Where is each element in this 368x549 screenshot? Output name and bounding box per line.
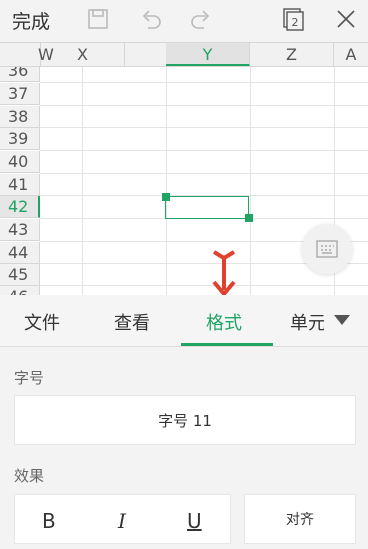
ribbon-tabs: 文件 查看 格式 单元	[0, 295, 368, 347]
row-header-36[interactable]: 36	[0, 67, 40, 82]
row-header-44[interactable]: 44	[0, 242, 40, 264]
row-header-40[interactable]: 40	[0, 151, 40, 173]
grid-line	[40, 105, 368, 106]
font-size-button[interactable]: 字号 11	[14, 395, 356, 445]
grid-line	[40, 173, 368, 174]
cell-grid[interactable]: 36 37 38 39 40 41 42 43 44 45 46	[0, 67, 368, 295]
selection-handle-bottom-right[interactable]	[245, 214, 253, 222]
close-icon[interactable]	[334, 6, 358, 36]
grid-line	[40, 82, 368, 83]
tab-cell[interactable]: 单元	[290, 309, 324, 335]
italic-button[interactable]: I	[118, 509, 126, 533]
align-label: 对齐	[286, 512, 314, 528]
column-header-x[interactable]: X	[41, 43, 125, 66]
effects-section-label: 效果	[14, 467, 45, 485]
grid-line	[82, 67, 83, 295]
row-header-37[interactable]: 37	[0, 83, 40, 105]
grid-line	[40, 285, 368, 286]
grid-line	[166, 67, 167, 295]
tab-format[interactable]: 格式	[206, 309, 242, 335]
keyboard-toggle-button[interactable]	[302, 224, 352, 274]
active-tab-indicator	[181, 343, 273, 346]
tab-file[interactable]: 文件	[24, 309, 60, 335]
pages-icon[interactable]: 2	[282, 6, 306, 36]
undo-icon[interactable]	[138, 6, 164, 36]
column-header-y[interactable]: Y	[166, 43, 250, 66]
row-header-38[interactable]: 38	[0, 106, 40, 128]
underline-button[interactable]: U	[187, 509, 202, 533]
row-header-45[interactable]: 45	[0, 264, 40, 286]
row-header-43[interactable]: 43	[0, 219, 40, 241]
top-toolbar: 完成 2	[0, 0, 368, 42]
selected-cell-y42[interactable]	[165, 196, 249, 219]
column-header-z[interactable]: Z	[250, 43, 334, 66]
font-size-section-label: 字号	[14, 369, 45, 387]
grid-line	[250, 67, 251, 295]
chevron-down-icon[interactable]	[334, 315, 350, 325]
row-header-42[interactable]: 42	[0, 196, 40, 218]
column-header: W X Y Z A	[0, 42, 368, 67]
bold-button[interactable]: B	[42, 509, 56, 533]
row-header-39[interactable]: 39	[0, 128, 40, 150]
text-style-group: B I U	[14, 494, 231, 544]
selection-handle-top-left[interactable]	[162, 193, 170, 201]
save-icon[interactable]	[86, 6, 110, 36]
done-button[interactable]: 完成	[12, 7, 50, 34]
redo-icon[interactable]	[188, 6, 214, 36]
keyboard-icon	[316, 240, 338, 262]
column-header-a[interactable]: A	[334, 43, 368, 66]
font-size-value: 字号 11	[158, 412, 212, 430]
spreadsheet-app: 完成 2 W X Y Z A 36 37 38 39 40 41 42 43 4…	[0, 0, 368, 549]
grid-line	[40, 127, 368, 128]
format-panel: 字号 字号 11 效果 B I U 对齐	[0, 347, 368, 549]
tab-view[interactable]: 查看	[114, 309, 150, 335]
page-count: 2	[292, 16, 299, 29]
grid-line	[40, 150, 368, 151]
row-header-46[interactable]: 46	[0, 286, 40, 295]
column-header-w[interactable]: W	[0, 43, 54, 66]
align-button[interactable]: 对齐	[244, 494, 356, 544]
row-header-41[interactable]: 41	[0, 174, 40, 196]
down-arrow-icon	[208, 250, 240, 295]
